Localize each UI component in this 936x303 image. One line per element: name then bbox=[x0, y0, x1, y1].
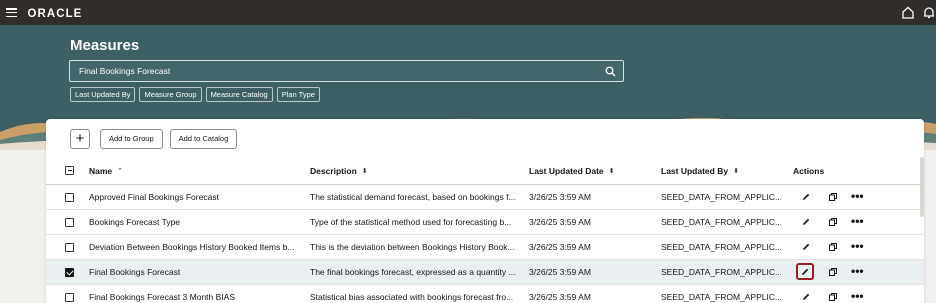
global-header: ORACLE bbox=[0, 0, 936, 25]
select-all-checkbox[interactable] bbox=[65, 166, 74, 175]
row-actions: ••• bbox=[793, 285, 923, 303]
more-actions-icon[interactable]: ••• bbox=[851, 215, 864, 227]
add-to-catalog-button[interactable]: Add to Catalog bbox=[169, 129, 238, 149]
column-label-name: Name bbox=[89, 165, 113, 176]
pencil-icon bbox=[803, 218, 810, 225]
filter-plan-type[interactable]: Plan Type bbox=[276, 87, 320, 102]
filter-measure-catalog[interactable]: Measure Catalog bbox=[205, 87, 273, 102]
measure-description: This is the deviation between Bookings H… bbox=[310, 242, 515, 252]
last-updated-date: 3/26/25 3:59 AM bbox=[529, 192, 591, 202]
column-label-actions: Actions bbox=[793, 165, 825, 176]
column-header-description[interactable]: Description ⬍ bbox=[310, 157, 520, 184]
duplicate-icon[interactable] bbox=[828, 217, 838, 227]
pencil-icon bbox=[803, 293, 810, 300]
column-label-date: Last Updated Date bbox=[529, 165, 604, 176]
last-updated-date: 3/26/25 3:59 AM bbox=[529, 242, 591, 252]
filter-last-updated-by[interactable]: Last Updated By bbox=[70, 87, 136, 102]
table-toolbar: + Add to Group Add to Catalog bbox=[70, 129, 238, 149]
sort-icon[interactable]: ⬍ bbox=[362, 167, 368, 175]
last-updated-by: SEED_DATA_FROM_APPLIC... bbox=[661, 267, 781, 277]
table-row[interactable]: Deviation Between Bookings History Booke… bbox=[46, 235, 924, 260]
last-updated-date: 3/26/25 3:59 AM bbox=[529, 267, 591, 277]
oracle-logo[interactable]: ORACLE bbox=[27, 6, 82, 20]
filter-chips: Last Updated By Measure Group Measure Ca… bbox=[70, 87, 320, 102]
row-checkbox[interactable] bbox=[65, 217, 74, 227]
add-to-group-button[interactable]: Add to Group bbox=[100, 129, 163, 149]
more-actions-icon[interactable]: ••• bbox=[851, 190, 864, 202]
more-actions-icon[interactable]: ••• bbox=[851, 240, 864, 252]
measure-description: Type of the statistical method used for … bbox=[310, 217, 512, 227]
filter-measure-group[interactable]: Measure Group bbox=[139, 87, 202, 102]
table-row[interactable]: Bookings Forecast Type Type of the stati… bbox=[46, 210, 924, 235]
edit-button[interactable] bbox=[801, 292, 811, 302]
measure-description: The final bookings forecast, expressed a… bbox=[310, 267, 516, 277]
sort-icon[interactable]: ⬍ bbox=[733, 167, 739, 175]
search-input-value[interactable]: Final Bookings Forecast bbox=[79, 66, 170, 76]
last-updated-by: SEED_DATA_FROM_APPLIC... bbox=[661, 217, 781, 227]
last-updated-by: SEED_DATA_FROM_APPLIC... bbox=[661, 292, 781, 302]
page-title: Measures bbox=[70, 37, 140, 54]
column-header-updated-by[interactable]: Last Updated By ⬍ bbox=[661, 157, 781, 184]
table-row[interactable]: Approved Final Bookings Forecast The sta… bbox=[46, 185, 924, 210]
column-header-date[interactable]: Last Updated Date ⬍ bbox=[529, 157, 649, 184]
row-actions: ••• bbox=[793, 185, 923, 209]
search-icon[interactable] bbox=[605, 66, 616, 77]
measure-description: The statistical demand forecast, based o… bbox=[310, 192, 516, 202]
duplicate-icon[interactable] bbox=[828, 267, 838, 277]
plus-icon: + bbox=[75, 130, 85, 147]
row-actions: ••• bbox=[793, 235, 923, 259]
measure-name[interactable]: Final Bookings Forecast 3 Month BIAS bbox=[89, 285, 299, 303]
row-actions: ••• bbox=[793, 260, 923, 284]
table-header-row: Name ⌃ Description ⬍ Last Updated Date ⬍… bbox=[46, 157, 924, 185]
column-header-name[interactable]: Name ⌃ bbox=[89, 157, 299, 184]
measures-panel: + Add to Group Add to Catalog Name ⌃ Des… bbox=[46, 119, 924, 303]
duplicate-icon[interactable] bbox=[828, 242, 838, 252]
menu-icon[interactable] bbox=[6, 8, 17, 18]
more-actions-icon[interactable]: ••• bbox=[851, 265, 864, 277]
last-updated-date: 3/26/25 3:59 AM bbox=[529, 292, 591, 302]
edit-button-focused[interactable] bbox=[796, 263, 814, 280]
column-label-description: Description bbox=[310, 165, 357, 176]
search-input[interactable]: Final Bookings Forecast bbox=[69, 60, 624, 82]
measure-name[interactable]: Deviation Between Bookings History Booke… bbox=[89, 235, 299, 259]
edit-button[interactable] bbox=[801, 217, 811, 227]
last-updated-by: SEED_DATA_FROM_APPLIC... bbox=[661, 242, 781, 252]
row-actions: ••• bbox=[793, 210, 923, 234]
home-icon[interactable] bbox=[901, 6, 915, 19]
measure-name[interactable]: Final Bookings Forecast bbox=[89, 260, 299, 284]
row-checkbox-checked[interactable] bbox=[65, 267, 74, 277]
measure-description: Statistical bias associated with booking… bbox=[310, 292, 514, 302]
table-row-selected[interactable]: Final Bookings Forecast The final bookin… bbox=[46, 260, 924, 285]
add-button[interactable]: + bbox=[70, 129, 90, 149]
bell-icon[interactable] bbox=[922, 6, 936, 19]
table-row[interactable]: Final Bookings Forecast 3 Month BIAS Sta… bbox=[46, 285, 924, 303]
sort-ascending-icon[interactable]: ⌃ bbox=[117, 167, 123, 175]
sort-icon[interactable]: ⬍ bbox=[609, 167, 615, 175]
column-label-updated-by: Last Updated By bbox=[661, 165, 729, 176]
column-header-actions: Actions bbox=[793, 157, 923, 184]
row-checkbox[interactable] bbox=[65, 292, 74, 302]
row-checkbox[interactable] bbox=[65, 192, 74, 202]
edit-button[interactable] bbox=[801, 192, 811, 202]
edit-button[interactable] bbox=[801, 242, 811, 252]
row-checkbox[interactable] bbox=[65, 242, 74, 252]
duplicate-icon[interactable] bbox=[828, 192, 838, 202]
pencil-icon bbox=[803, 193, 810, 200]
last-updated-date: 3/26/25 3:59 AM bbox=[529, 217, 591, 227]
measure-name[interactable]: Approved Final Bookings Forecast bbox=[89, 185, 299, 209]
measure-name[interactable]: Bookings Forecast Type bbox=[89, 210, 299, 234]
duplicate-icon[interactable] bbox=[828, 292, 838, 302]
pencil-icon bbox=[803, 243, 810, 250]
more-actions-icon[interactable]: ••• bbox=[851, 290, 864, 302]
pencil-icon bbox=[802, 268, 809, 275]
last-updated-by: SEED_DATA_FROM_APPLIC... bbox=[661, 192, 781, 202]
